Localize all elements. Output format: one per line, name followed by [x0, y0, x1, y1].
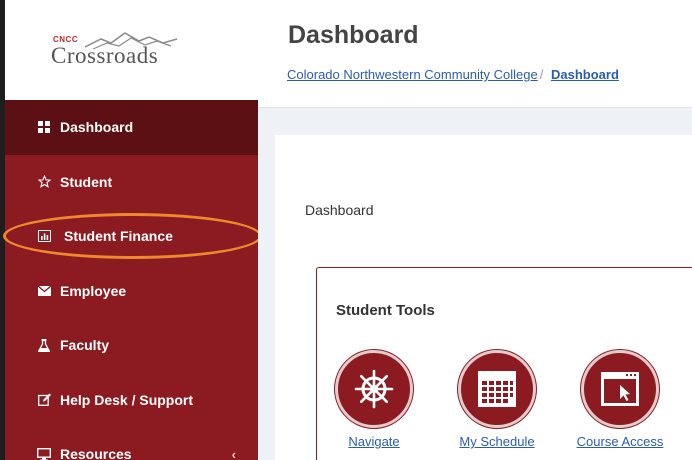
tool-my-schedule[interactable]: My Schedule	[442, 350, 552, 449]
tool-navigate-link[interactable]: Navigate	[319, 434, 429, 449]
breadcrumb: Colorado Northwestern Community College /…	[287, 67, 619, 82]
calendar-icon[interactable]	[458, 350, 536, 428]
sidebar-item-student[interactable]: Student	[5, 155, 258, 210]
tool-my-schedule-link[interactable]: My Schedule	[442, 434, 552, 449]
sidebar-item-student-finance[interactable]: Student Finance	[5, 209, 258, 264]
sidebar-item-label: Student Finance	[64, 228, 173, 245]
sidebar-item-label: Help Desk / Support	[60, 391, 194, 408]
panel-label: Dashboard	[305, 202, 374, 218]
tool-navigate[interactable]: Navigate	[319, 350, 429, 449]
page-header: Dashboard Colorado Northwestern Communit…	[258, 0, 692, 108]
tool-course-access[interactable]: Course Access	[565, 350, 675, 449]
dashboard-panel: Dashboard Student Tools Navigate My Sche…	[275, 135, 692, 460]
browser-cursor-icon[interactable]	[581, 350, 659, 428]
chart-icon	[37, 229, 51, 243]
ships-wheel-icon[interactable]	[335, 350, 413, 428]
tool-course-access-link[interactable]: Course Access	[565, 434, 675, 449]
breadcrumb-current-link[interactable]: Dashboard	[551, 67, 619, 82]
sidebar-item-label: Dashboard	[60, 119, 134, 136]
sidebar: CNCC Crossroads Dashboard Student Studen…	[0, 0, 258, 460]
flask-icon	[37, 338, 51, 352]
chevron-left-icon[interactable]: ‹	[232, 447, 236, 460]
star-icon	[37, 175, 51, 189]
page-title: Dashboard	[288, 21, 419, 49]
edit-icon	[37, 393, 51, 407]
student-tools-title: Student Tools	[336, 302, 435, 319]
student-tools-card: Student Tools Navigate My Schedule Cours…	[316, 267, 692, 460]
sidebar-item-dashboard[interactable]: Dashboard	[5, 100, 258, 155]
sidebar-item-faculty[interactable]: Faculty	[5, 318, 258, 373]
breadcrumb-home-link[interactable]: Colorado Northwestern Community College	[287, 67, 538, 82]
sidebar-item-label: Employee	[60, 282, 127, 299]
sidebar-item-resources[interactable]: Resources ‹	[5, 427, 258, 460]
logo[interactable]: CNCC Crossroads	[5, 0, 258, 100]
main-content: Dashboard Student Tools Navigate My Sche…	[258, 108, 692, 460]
sidebar-nav: Dashboard Student Student Finance Employ…	[5, 100, 258, 460]
sidebar-item-help-desk[interactable]: Help Desk / Support	[5, 373, 258, 428]
monitor-icon	[37, 447, 51, 460]
sidebar-item-employee[interactable]: Employee	[5, 264, 258, 319]
logo-text: Crossroads	[51, 43, 159, 68]
envelope-icon	[37, 284, 51, 298]
dashboard-icon	[37, 120, 51, 134]
sidebar-item-label: Student	[60, 173, 113, 190]
sidebar-item-label: Resources	[60, 446, 132, 460]
breadcrumb-separator: /	[539, 67, 544, 82]
sidebar-item-label: Faculty	[60, 337, 110, 354]
